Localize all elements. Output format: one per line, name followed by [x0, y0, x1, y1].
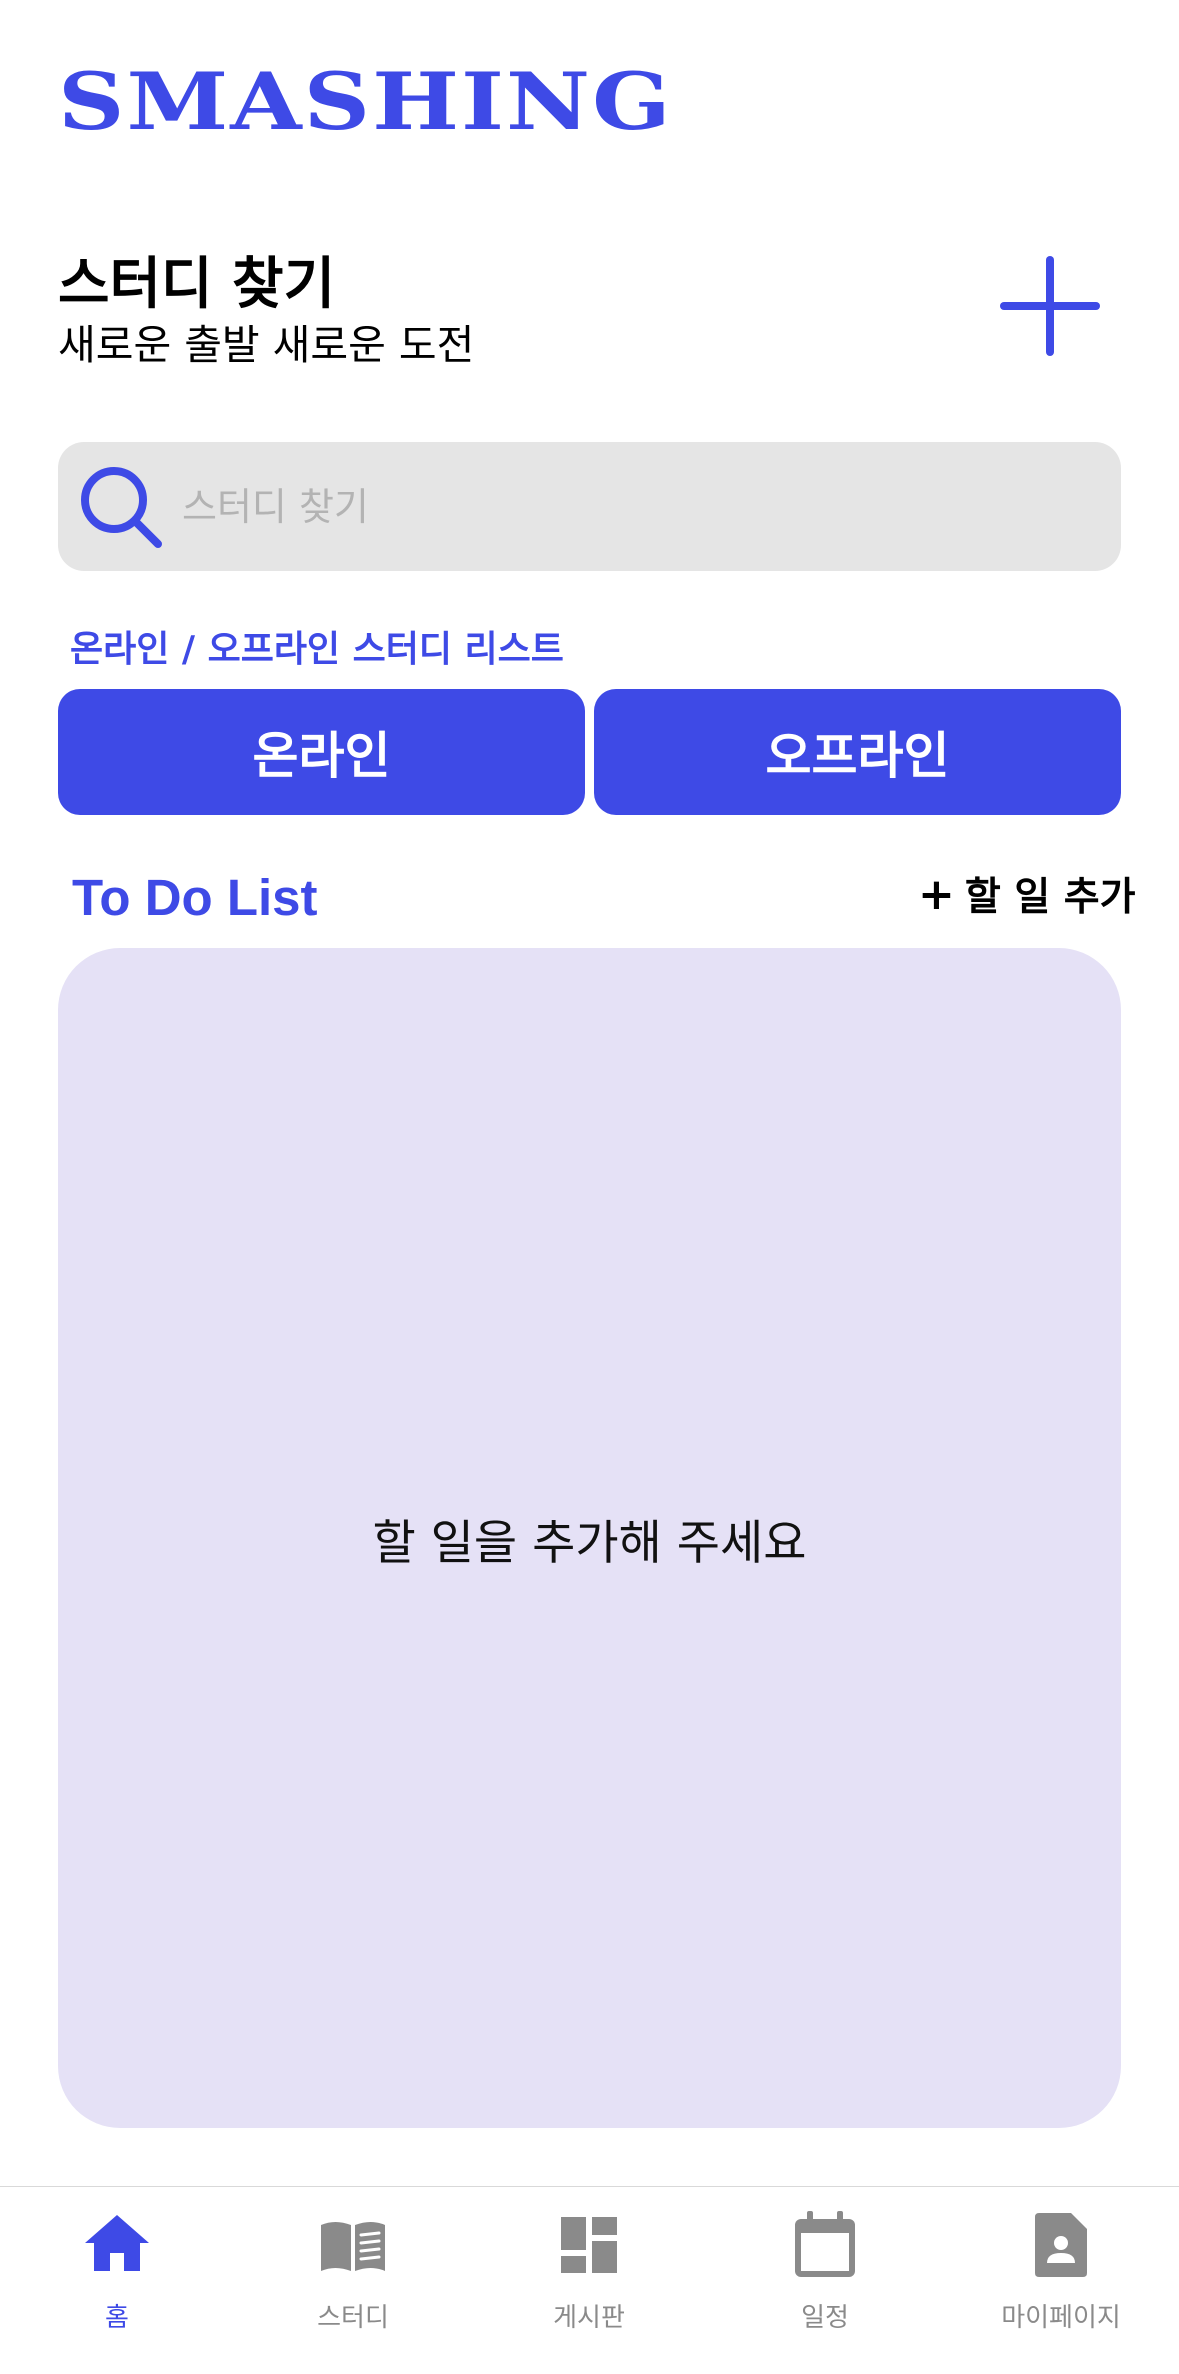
- tab-label: 게시판: [553, 2303, 625, 2333]
- dashboard-icon: [561, 2217, 617, 2273]
- tab-label: 일정: [801, 2303, 849, 2333]
- book-icon: [321, 2222, 385, 2271]
- add-todo-label: 할 일 추가: [964, 875, 1136, 920]
- tab-label: 홈: [105, 2303, 129, 2333]
- calendar-icon: [795, 2211, 855, 2277]
- bottom-tab-bar: 홈 스터디 게시판 일정 마이페이지: [0, 2186, 1179, 2374]
- search-bar[interactable]: [58, 442, 1121, 571]
- add-study-button[interactable]: [998, 254, 1102, 358]
- tab-label: 스터디: [317, 2303, 389, 2333]
- plus-icon: [1000, 256, 1100, 356]
- todo-empty-message: 할 일을 추가해 주세요: [372, 1515, 807, 1571]
- tab-label: 마이페이지: [1001, 2303, 1121, 2333]
- tab-board[interactable]: 게시판: [489, 2209, 689, 2339]
- todo-list-card: 할 일을 추가해 주세요: [58, 948, 1121, 2128]
- offline-button-label: 오프라인: [765, 727, 950, 785]
- profile-document-icon: [1035, 2213, 1087, 2277]
- page-title: 스터디 찾기: [58, 252, 336, 317]
- offline-button[interactable]: 오프라인: [594, 689, 1121, 815]
- page-subtitle: 새로운 출발 새로운 도전: [58, 321, 475, 369]
- tab-schedule[interactable]: 일정: [725, 2209, 925, 2339]
- tab-study[interactable]: 스터디: [253, 2209, 453, 2339]
- plus-icon: +: [918, 868, 955, 920]
- app-logo: SMASHING: [58, 55, 673, 149]
- online-button[interactable]: 온라인: [58, 689, 585, 815]
- search-input[interactable]: [182, 442, 1082, 571]
- tab-mypage[interactable]: 마이페이지: [961, 2209, 1161, 2339]
- home-icon: [85, 2215, 149, 2271]
- online-button-label: 온라인: [252, 727, 391, 785]
- search-icon: [81, 467, 162, 548]
- tab-home[interactable]: 홈: [17, 2209, 217, 2339]
- study-list-label: 온라인 / 오프라인 스터디 리스트: [70, 629, 564, 670]
- add-todo-button[interactable]: + 할 일 추가: [918, 866, 1136, 922]
- todo-title: To Do List: [72, 869, 318, 926]
